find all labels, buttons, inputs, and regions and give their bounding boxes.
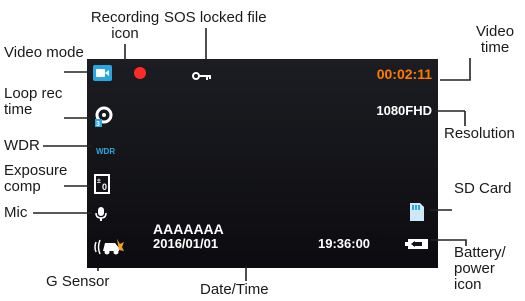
leader-battery: [430, 239, 467, 246]
leader-video-time: [440, 58, 471, 81]
leader-lines: [33, 28, 471, 281]
